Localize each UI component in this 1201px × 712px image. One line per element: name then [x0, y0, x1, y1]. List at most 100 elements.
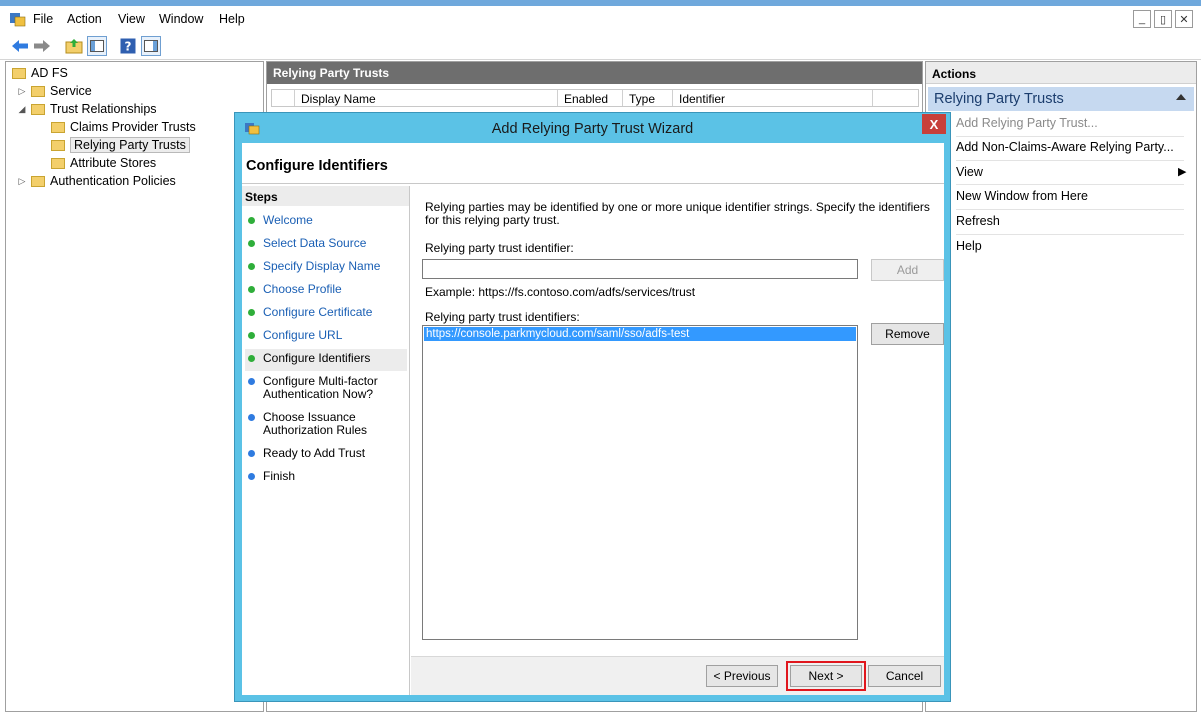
- tree-item-attribute-stores[interactable]: Attribute Stores: [48, 154, 156, 172]
- column-separator: [872, 90, 873, 106]
- step-label: Configure URL: [263, 328, 343, 342]
- column-header-display-name[interactable]: Display Name: [301, 92, 376, 106]
- mdi-window-controls: _ ▯ ✕: [1133, 10, 1193, 28]
- identifiers-list[interactable]: https://console.parkmycloud.com/saml/sso…: [422, 325, 858, 640]
- mdi-restore-button[interactable]: ▯: [1154, 10, 1172, 28]
- step-label: Finish: [263, 469, 296, 483]
- dialog-titlebar[interactable]: Add Relying Party Trust Wizard X: [235, 113, 950, 143]
- page-content: Relying parties may be identified by one…: [411, 186, 944, 695]
- action-separator: [956, 136, 1184, 137]
- page-title: Configure Identifiers: [246, 158, 388, 174]
- tree-item-authentication-policies[interactable]: ▷ Authentication Policies: [16, 172, 176, 190]
- svg-text:?: ?: [125, 40, 132, 54]
- step-label: Choose Issuance Authorization Rules: [263, 410, 368, 437]
- step-status-dot: [248, 414, 255, 421]
- step-configure-certificate[interactable]: Configure Certificate: [245, 306, 407, 322]
- folder-icon: [31, 85, 45, 97]
- action-help[interactable]: Help: [956, 239, 982, 253]
- expand-arrow-icon[interactable]: ▷: [16, 176, 28, 187]
- dialog-body: Configure Identifiers Steps Welcome Sele…: [242, 143, 944, 695]
- column-header-type[interactable]: Type: [629, 92, 655, 106]
- tree-item-claims-provider-trusts[interactable]: Claims Provider Trusts: [48, 118, 196, 136]
- dialog-footer: < Previous Next > Cancel: [411, 657, 944, 695]
- list-item[interactable]: https://console.parkmycloud.com/saml/sso…: [424, 327, 856, 341]
- tree-label: Service: [50, 84, 92, 98]
- remove-button[interactable]: Remove: [871, 323, 944, 345]
- cancel-button[interactable]: Cancel: [868, 665, 941, 687]
- step-status-dot: [248, 473, 255, 480]
- add-button[interactable]: Add: [871, 259, 944, 281]
- step-finish: Finish: [245, 470, 407, 486]
- action-add-relying-party-trust[interactable]: Add Relying Party Trust...: [956, 116, 1098, 130]
- step-status-dot: [248, 332, 255, 339]
- column-separator: [672, 90, 673, 106]
- tree-item-adfs[interactable]: AD FS: [8, 64, 68, 82]
- tree-item-trust-relationships[interactable]: ◢ Trust Relationships: [16, 100, 157, 118]
- identifier-example: Example: https://fs.contoso.com/adfs/ser…: [425, 285, 696, 299]
- folder-icon: [31, 103, 45, 115]
- step-status-dot: [248, 355, 255, 362]
- tree-label: Trust Relationships: [50, 102, 157, 116]
- tree-label: Relying Party Trusts: [70, 137, 190, 153]
- show-hide-action-pane-icon[interactable]: [141, 36, 161, 56]
- step-label: Configure Multi-factor Authentication No…: [263, 374, 378, 401]
- action-add-non-claims-aware-relying-party[interactable]: Add Non-Claims-Aware Relying Party...: [956, 140, 1174, 154]
- table-header: Display Name Enabled Type Identifier: [271, 89, 919, 107]
- menu-action[interactable]: Action: [67, 12, 102, 26]
- actions-pane: Actions Relying Party Trusts Add Relying…: [925, 61, 1197, 712]
- step-choose-profile[interactable]: Choose Profile: [245, 283, 407, 299]
- action-separator: [956, 234, 1184, 235]
- menu-file[interactable]: File: [33, 12, 53, 26]
- dialog-close-button[interactable]: X: [922, 114, 946, 134]
- tree-item-service[interactable]: ▷ Service: [16, 82, 92, 100]
- identifiers-label: Relying party trust identifiers:: [425, 310, 580, 324]
- up-folder-icon[interactable]: [64, 36, 84, 56]
- step-ready-to-add-trust: Ready to Add Trust: [245, 447, 407, 463]
- adfs-app-icon: [10, 13, 26, 27]
- back-arrow-icon[interactable]: [10, 36, 30, 56]
- folder-icon: [51, 121, 65, 133]
- collapse-arrow-icon[interactable]: [1176, 94, 1186, 100]
- mdi-close-button[interactable]: ✕: [1175, 10, 1193, 28]
- header-divider: [242, 183, 944, 184]
- identifier-label: Relying party trust identifier:: [425, 241, 574, 255]
- action-new-window-from-here[interactable]: New Window from Here: [956, 189, 1088, 203]
- expand-arrow-icon[interactable]: ▷: [16, 86, 28, 97]
- actions-group-label: Relying Party Trusts: [934, 91, 1064, 107]
- menu-view[interactable]: View: [118, 12, 145, 26]
- step-configure-url[interactable]: Configure URL: [245, 329, 407, 345]
- action-separator: [956, 209, 1184, 210]
- menu-help[interactable]: Help: [219, 12, 245, 26]
- column-separator: [294, 90, 295, 106]
- step-label: Specify Display Name: [263, 259, 381, 273]
- folder-icon: [31, 175, 45, 187]
- mdi-minimize-button[interactable]: _: [1133, 10, 1151, 28]
- step-welcome[interactable]: Welcome: [245, 214, 407, 230]
- tree-label: Attribute Stores: [70, 156, 157, 170]
- submenu-arrow-icon: ▶: [1178, 166, 1187, 178]
- action-separator: [956, 160, 1184, 161]
- tree-label: Authentication Policies: [50, 174, 176, 188]
- steps-header: Steps: [242, 186, 409, 206]
- menu-window[interactable]: Window: [159, 12, 203, 26]
- step-status-dot: [248, 450, 255, 457]
- toolbar: ?: [0, 32, 1201, 60]
- page-description: Relying parties may be identified by one…: [425, 200, 930, 227]
- collapse-arrow-icon[interactable]: ◢: [16, 104, 28, 115]
- tree-item-relying-party-trusts[interactable]: Relying Party Trusts: [48, 136, 190, 154]
- column-separator: [557, 90, 558, 106]
- column-header-enabled[interactable]: Enabled: [564, 92, 608, 106]
- next-button[interactable]: Next >: [790, 665, 862, 687]
- step-select-data-source[interactable]: Select Data Source: [245, 237, 407, 253]
- identifier-input[interactable]: [422, 259, 858, 279]
- previous-button[interactable]: < Previous: [706, 665, 778, 687]
- help-icon[interactable]: ?: [118, 36, 138, 56]
- step-label: Configure Identifiers: [263, 351, 371, 365]
- action-refresh[interactable]: Refresh: [956, 214, 1000, 228]
- actions-group-relying-party-trusts[interactable]: Relying Party Trusts: [928, 87, 1194, 111]
- show-hide-tree-icon[interactable]: [87, 36, 107, 56]
- column-header-identifier[interactable]: Identifier: [679, 92, 725, 106]
- step-specify-display-name[interactable]: Specify Display Name: [245, 260, 407, 276]
- forward-arrow-icon[interactable]: [32, 36, 52, 56]
- action-view[interactable]: View: [956, 165, 983, 179]
